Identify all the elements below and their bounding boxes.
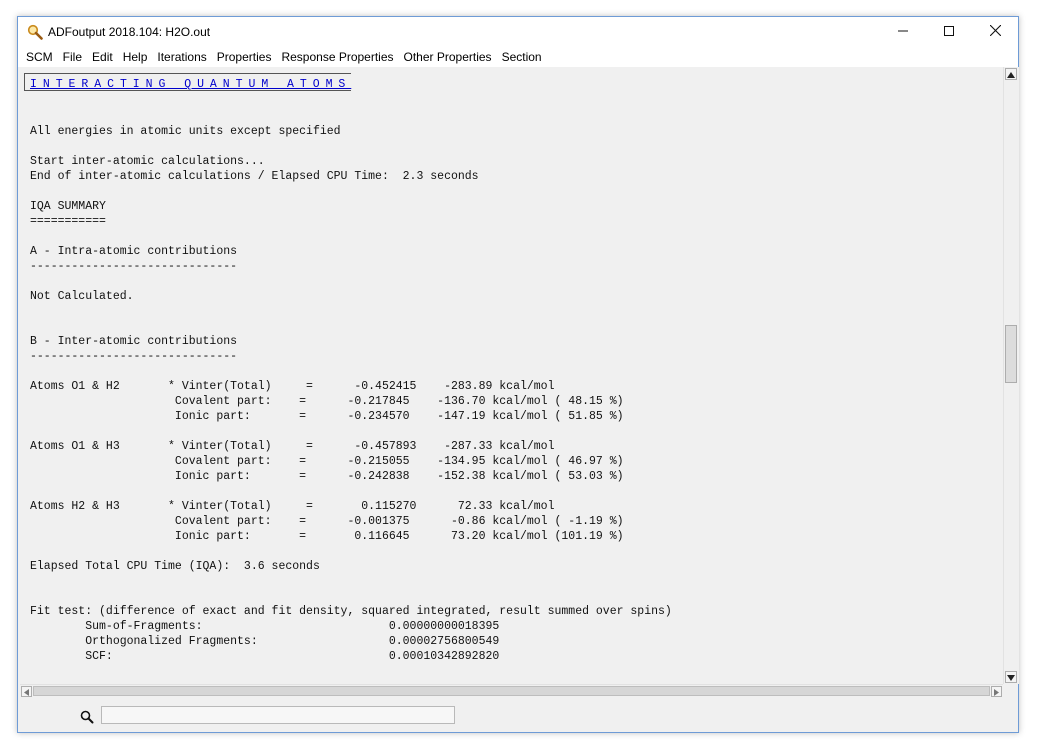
- output-line: Elapsed Total CPU Time (IQA): 3.6 second…: [30, 560, 320, 573]
- output-line: Atoms O1 & H2 * Vinter(Total) = -0.45241…: [30, 380, 555, 393]
- section-heading-text: INTERACTING QUANTUM ATOMS: [30, 78, 352, 91]
- menu-help[interactable]: Help: [118, 47, 153, 67]
- minimize-button[interactable]: [880, 17, 926, 47]
- close-button[interactable]: [972, 17, 1018, 47]
- output-line: Covalent part: = -0.001375 -0.86 kcal/mo…: [30, 515, 624, 528]
- menu-bar: SCM File Edit Help Iterations Properties…: [18, 47, 1018, 67]
- output-line: Ionic part: = 0.116645 73.20 kcal/mol (1…: [30, 530, 624, 543]
- output-line: Ionic part: = -0.234570 -147.19 kcal/mol…: [30, 410, 624, 423]
- close-icon: [989, 23, 1001, 41]
- menu-response-properties[interactable]: Response Properties: [276, 47, 398, 67]
- menu-edit[interactable]: Edit: [87, 47, 118, 67]
- menu-other-properties[interactable]: Other Properties: [399, 47, 497, 67]
- output-line: Covalent part: = -0.215055 -134.95 kcal/…: [30, 455, 624, 468]
- search-icon: [80, 710, 94, 724]
- output-line: ------------------------------: [30, 260, 238, 273]
- search-input[interactable]: [101, 706, 455, 724]
- maximize-icon: [944, 23, 954, 41]
- output-line: ===========: [30, 215, 106, 228]
- vertical-scroll-thumb[interactable]: [1005, 325, 1017, 383]
- output-line: IQA SUMMARY: [30, 200, 106, 213]
- output-line: Atoms O1 & H3 * Vinter(Total) = -0.45789…: [30, 440, 555, 453]
- horizontal-scroll-thumb[interactable]: [33, 686, 990, 696]
- horizontal-scrollbar[interactable]: [20, 684, 1003, 698]
- output-line: All energies in atomic units except spec…: [30, 125, 341, 138]
- output-line: Sum-of-Fragments: 0.00000000018395: [30, 620, 500, 633]
- output-line: B - Inter-atomic contributions: [30, 335, 238, 348]
- output-line: Atoms H2 & H3 * Vinter(Total) = 0.115270…: [30, 500, 555, 513]
- output-line: Start inter-atomic calculations...: [30, 155, 265, 168]
- output-line: Covalent part: = -0.217845 -136.70 kcal/…: [30, 395, 624, 408]
- magnifier-app-icon: [27, 24, 43, 40]
- menu-iterations[interactable]: Iterations: [152, 47, 211, 67]
- output-line: ------------------------------: [30, 350, 238, 363]
- maximize-button[interactable]: [926, 17, 972, 47]
- menu-scm[interactable]: SCM: [21, 47, 58, 67]
- output-line: Not Calculated.: [30, 290, 134, 303]
- vertical-scrollbar[interactable]: [1003, 67, 1019, 684]
- menu-properties[interactable]: Properties: [212, 47, 277, 67]
- scroll-down-button[interactable]: [1005, 671, 1017, 683]
- output-line: A - Intra-atomic contributions: [30, 245, 238, 258]
- scroll-down-arrow-icon: [1007, 668, 1015, 686]
- output-line: Fit test: (difference of exact and fit d…: [30, 605, 672, 618]
- scroll-up-arrow-icon: [1007, 65, 1015, 83]
- menu-section[interactable]: Section: [497, 47, 547, 67]
- window-title: ADFoutput 2018.104: H2O.out: [48, 25, 211, 39]
- app-window: ADFoutput 2018.104: H2O.out SCM File Edi…: [17, 16, 1019, 733]
- output-line: Ionic part: = -0.242838 -152.38 kcal/mol…: [30, 470, 624, 483]
- minimize-icon: [898, 23, 908, 41]
- output-line: SCF: 0.00010342892820: [30, 650, 500, 663]
- output-line: End of inter-atomic calculations / Elaps…: [30, 170, 479, 183]
- scroll-left-button[interactable]: [21, 686, 32, 697]
- title-bar[interactable]: ADFoutput 2018.104: H2O.out: [18, 17, 1018, 47]
- scroll-up-button[interactable]: [1005, 68, 1017, 80]
- section-heading-link[interactable]: INTERACTING QUANTUM ATOMS: [24, 73, 352, 91]
- output-text-area[interactable]: INTERACTING QUANTUM ATOMS All energies i…: [20, 67, 1003, 684]
- menu-file[interactable]: File: [58, 47, 87, 67]
- output-line: Orthogonalized Fragments: 0.000027568005…: [30, 635, 500, 648]
- scroll-right-button[interactable]: [991, 686, 1002, 697]
- status-bar: [18, 698, 1018, 732]
